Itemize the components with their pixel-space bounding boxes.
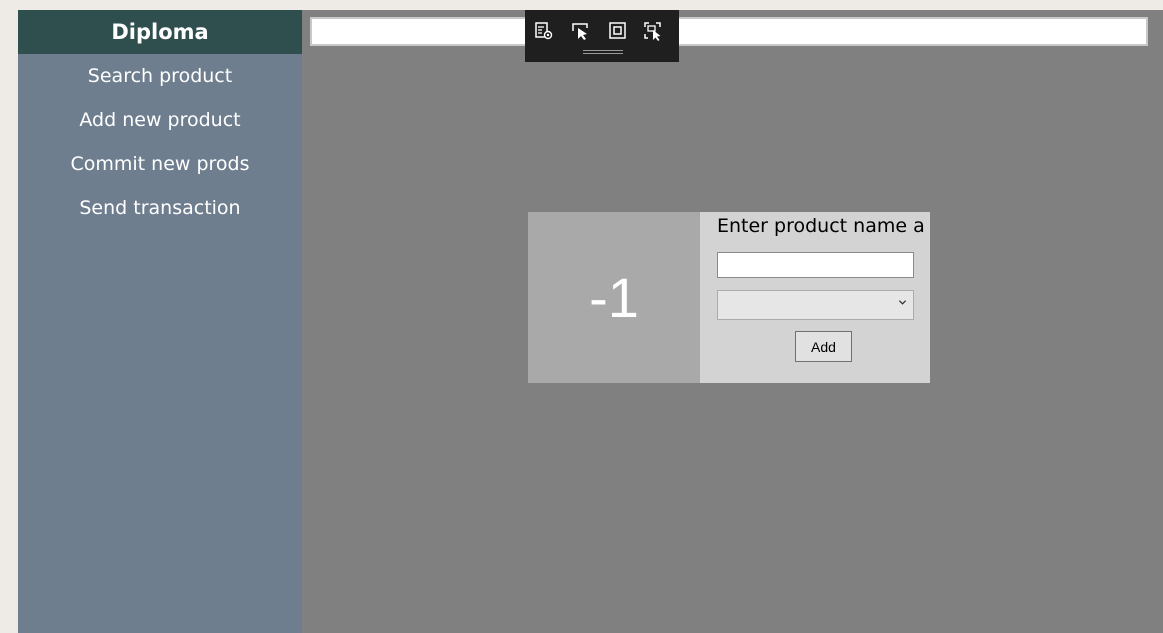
sidebar-item-add-new-product[interactable]: Add new product (18, 98, 302, 142)
chevron-down-icon (898, 296, 907, 311)
product-type-select[interactable] (717, 290, 914, 320)
select-element-icon[interactable] (570, 20, 592, 42)
sidebar: Diploma Search product Add new product C… (18, 10, 302, 633)
sidebar-item-send-transaction[interactable]: Send transaction (18, 186, 302, 230)
product-card: -1 Enter product name a Add (528, 212, 930, 383)
toolbar-drag-handle[interactable] (583, 50, 623, 54)
track-focus-icon[interactable] (642, 20, 664, 42)
debug-toolbar (525, 10, 679, 62)
live-visual-tree-icon[interactable] (533, 20, 555, 42)
sidebar-item-search-product[interactable]: Search product (18, 54, 302, 98)
counter-value: -1 (528, 212, 700, 383)
product-name-input[interactable] (717, 252, 914, 278)
form-title: Enter product name a (717, 215, 925, 237)
add-product-form: Enter product name a Add (700, 212, 930, 383)
sidebar-title: Diploma (18, 10, 302, 54)
search-input[interactable] (310, 17, 1148, 46)
sidebar-item-commit-new-prods[interactable]: Commit new prods (18, 142, 302, 186)
display-layout-adorners-icon[interactable] (607, 20, 629, 42)
add-button[interactable]: Add (795, 331, 852, 362)
app-window: Diploma Search product Add new product C… (18, 10, 1163, 633)
